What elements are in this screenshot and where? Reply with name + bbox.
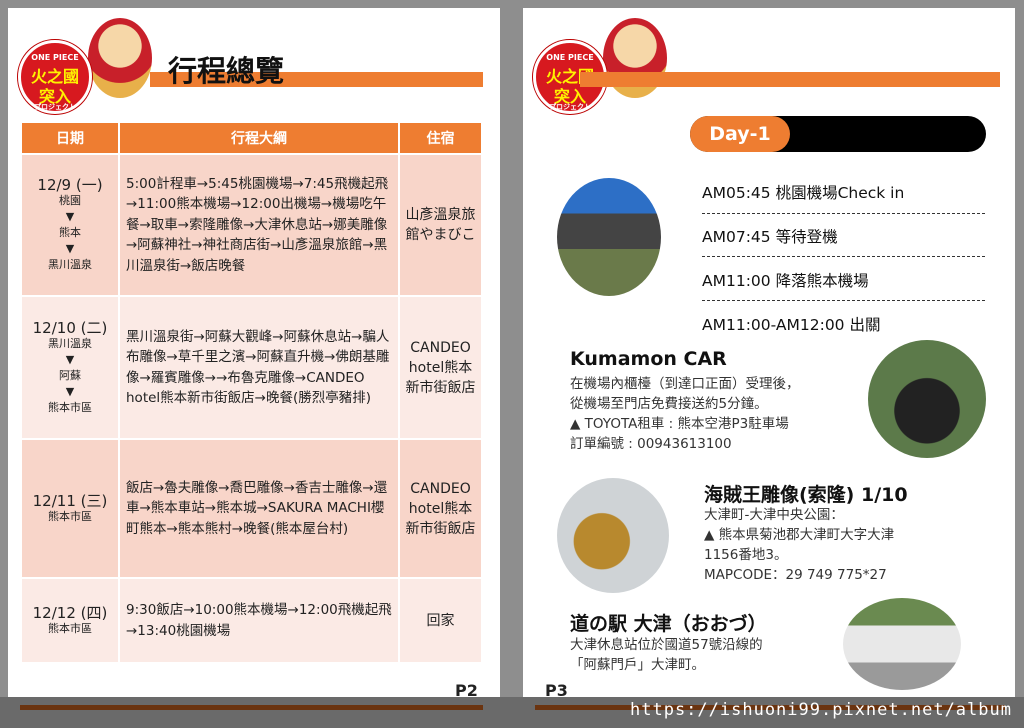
divider xyxy=(702,213,985,214)
kumamon-text: 在機場內櫃檯（到達口正面）受理後， 從機場至門店免費接送約5分鐘。 ▲ TOYOTA… xyxy=(570,376,800,452)
schedule-cell: 飯店→魯夫雕像→喬巴雕像→香吉士雕像→還車→熊本車站→熊本城→SAKURA MA… xyxy=(118,438,400,579)
hotel-cell: 回家 xyxy=(398,577,483,664)
table-row: 12/11 (三) 熊本市區 飯店→魯夫雕像→喬巴雕像→香吉士雕像→還車→熊本車站… xyxy=(20,438,483,579)
col-hotel: 住宿 xyxy=(398,121,483,155)
zoro-statue-photo xyxy=(557,478,669,593)
day-banner: Day-1 xyxy=(690,116,986,152)
header-bar xyxy=(580,72,1000,87)
time-entry: AM07:45 等待登機 xyxy=(702,228,838,246)
footer-rule xyxy=(20,705,483,710)
time-entry: AM11:00 降落熊本機場 xyxy=(702,272,869,290)
luffy-image xyxy=(601,16,669,100)
table-row: 12/9 (一) 桃園 ▼ 熊本 ▼ 黑川溫泉 5:00計程車→5:45桃園機場→7:45… xyxy=(20,153,483,297)
watermark: https://ishuoni99.pixnet.net/album xyxy=(630,700,1012,720)
roadside-station-photo xyxy=(843,598,961,690)
page-2: ONE PIECE 火之國 突入 プロジェクト 行程總覽 日期 行程大綱 住宿 … xyxy=(8,8,500,720)
table-row: 12/10 (二) 黑川溫泉 ▼ 阿蘇 ▼ 熊本市區 黑川溫泉街→阿蘇大觀峰→阿蘇休息站→… xyxy=(20,295,483,440)
itinerary-table: 日期 行程大綱 住宿 12/9 (一) 桃園 ▼ 熊本 ▼ 黑川溫泉 5:00計程車→5:… xyxy=(20,121,483,664)
date-cell: 12/12 (四) 熊本市區 xyxy=(20,577,120,664)
page-3: ONE PIECE 火之國 突入 プロジェクト Day-1 AM05:45 桃園… xyxy=(523,8,1015,720)
schedule-cell: 黑川溫泉街→阿蘇大觀峰→阿蘇休息站→騙人布雕像→草千里之濱→阿蘇直升機→佛朗基雕… xyxy=(118,295,400,440)
one-piece-logo: ONE PIECE 火之國 突入 プロジェクト xyxy=(531,14,671,114)
page-title: 行程總覽 xyxy=(168,54,285,88)
col-schedule: 行程大綱 xyxy=(118,121,400,155)
kumamon-title: Kumamon CAR xyxy=(570,348,727,370)
airport-photo xyxy=(557,178,661,296)
luffy-image xyxy=(86,16,154,100)
date-cell: 12/10 (二) 黑川溫泉 ▼ 阿蘇 ▼ 熊本市區 xyxy=(20,295,120,440)
hotel-cell: CANDEO hotel熊本新市街飯店 xyxy=(398,438,483,579)
date-cell: 12/11 (三) 熊本市區 xyxy=(20,438,120,579)
col-date: 日期 xyxy=(20,121,120,155)
zoro-title: 海賊王雕像(索隆) 1/10 xyxy=(704,484,908,506)
hotel-cell: 山彥溫泉旅館やまびこ xyxy=(398,153,483,297)
kumamon-car-photo xyxy=(868,340,986,458)
table-header: 日期 行程大綱 住宿 xyxy=(20,121,483,155)
time-entry: AM05:45 桃園機場Check in xyxy=(702,184,905,202)
table-row: 12/12 (四) 熊本市區 9:30飯店→10:00熊本機場→12:00飛機起飛… xyxy=(20,577,483,664)
schedule-cell: 5:00計程車→5:45桃園機場→7:45飛機起飛→11:00熊本機場→12:0… xyxy=(118,153,400,297)
schedule-cell: 9:30飯店→10:00熊本機場→12:00飛機起飛→13:40桃園機場 xyxy=(118,577,400,664)
hotel-cell: CANDEO hotel熊本新市街飯店 xyxy=(398,295,483,440)
divider xyxy=(702,256,985,257)
logo-badge: ONE PIECE 火之國 突入 プロジェクト xyxy=(18,40,92,114)
date-cell: 12/9 (一) 桃園 ▼ 熊本 ▼ 黑川溫泉 xyxy=(20,153,120,297)
station-title: 道の駅 大津（おおづ） xyxy=(570,613,767,635)
zoro-text: 大津町-大津中央公園： ▲ 熊本県菊池郡大津町大字大津 1156番地3。 MAPCOD… xyxy=(704,507,895,583)
time-entry: AM11:00-AM12:00 出關 xyxy=(702,316,881,334)
day-label: Day-1 xyxy=(690,116,790,152)
one-piece-logo: ONE PIECE 火之國 突入 プロジェクト xyxy=(16,14,156,114)
divider xyxy=(702,300,985,301)
station-text: 大津休息站位於國道57號沿線的 「阿蘇門戶」大津町。 xyxy=(570,637,763,673)
